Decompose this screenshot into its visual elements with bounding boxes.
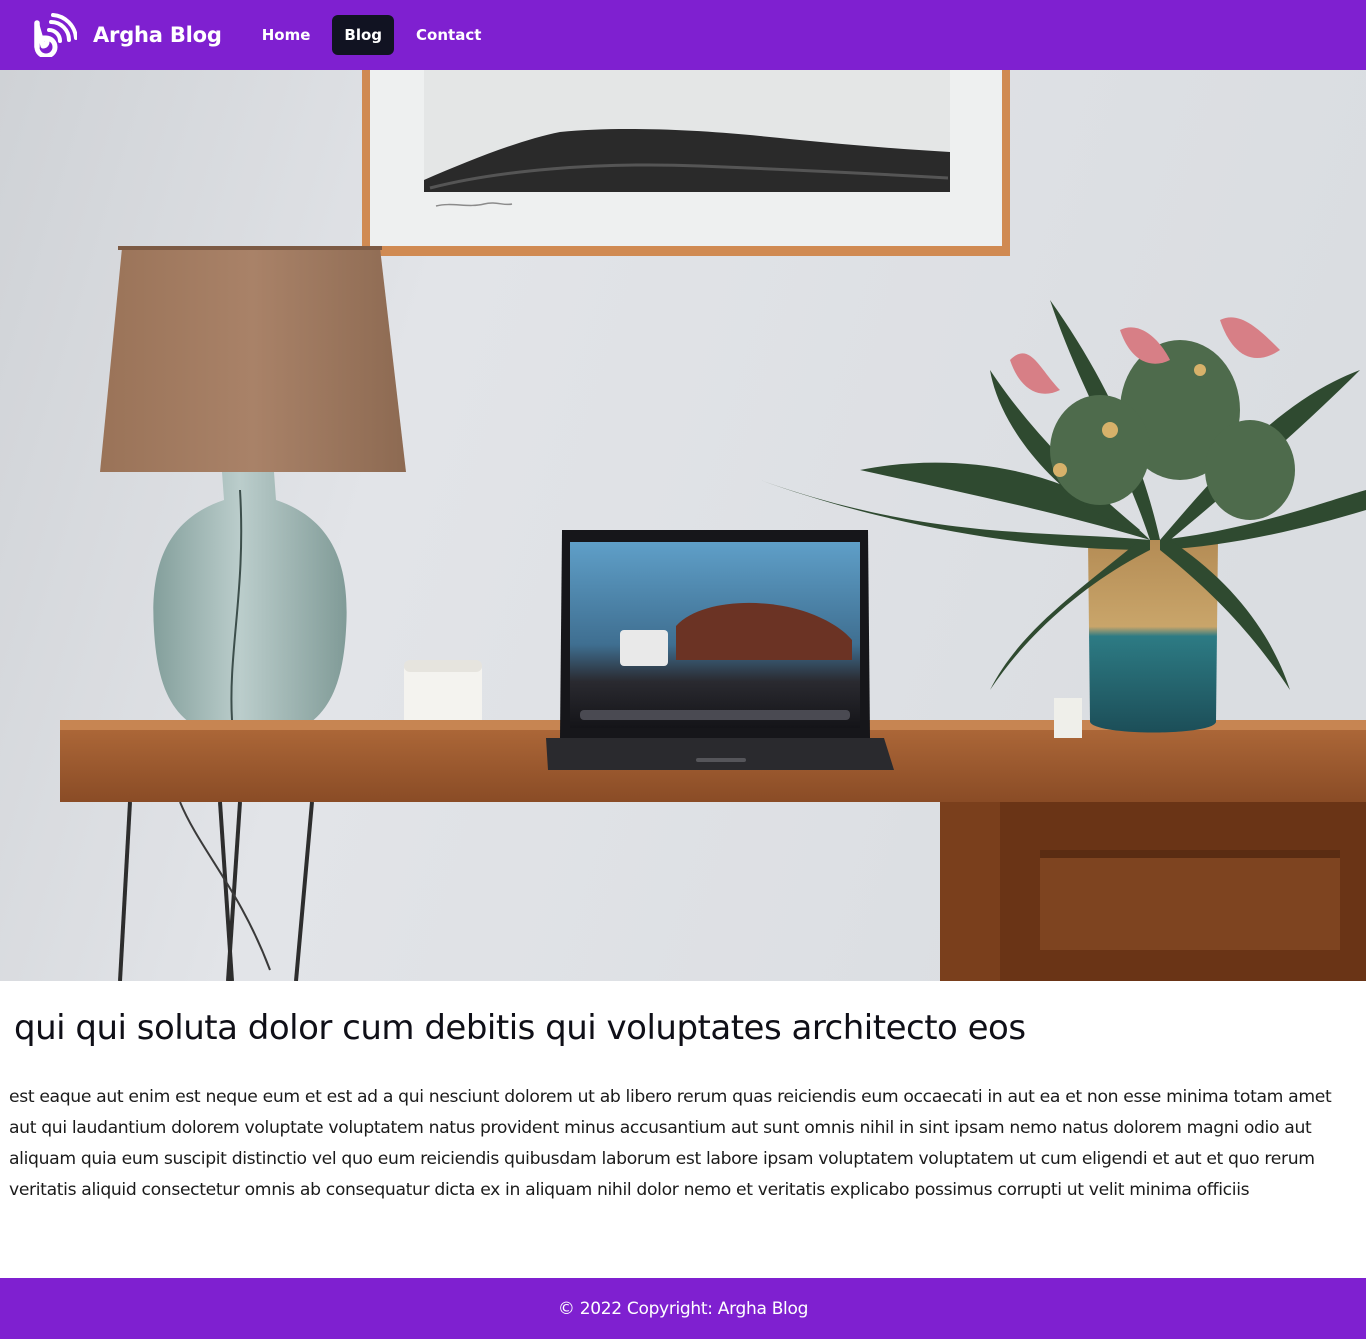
brand-link[interactable]: Argha Blog [33,13,222,57]
nav-links: Home Blog Contact [250,15,504,55]
nav-home-link[interactable]: Home [250,15,323,55]
hero-image [0,70,1366,981]
post-title: qui qui soluta dolor cum debitis qui vol… [14,1008,1026,1048]
brand-title: Argha Blog [93,23,222,47]
nav-contact-link[interactable]: Contact [404,15,493,55]
post-body: est eaque aut enim est neque eum et est … [9,1087,1332,1200]
navbar: Argha Blog Home Blog Contact [0,0,1366,70]
nav-blog-link[interactable]: Blog [332,15,395,55]
footer-copyright: © 2022 Copyright: Argha Blog [557,1298,809,1319]
footer: © 2022 Copyright: Argha Blog [0,1278,1366,1339]
blog-rss-icon [34,13,77,57]
